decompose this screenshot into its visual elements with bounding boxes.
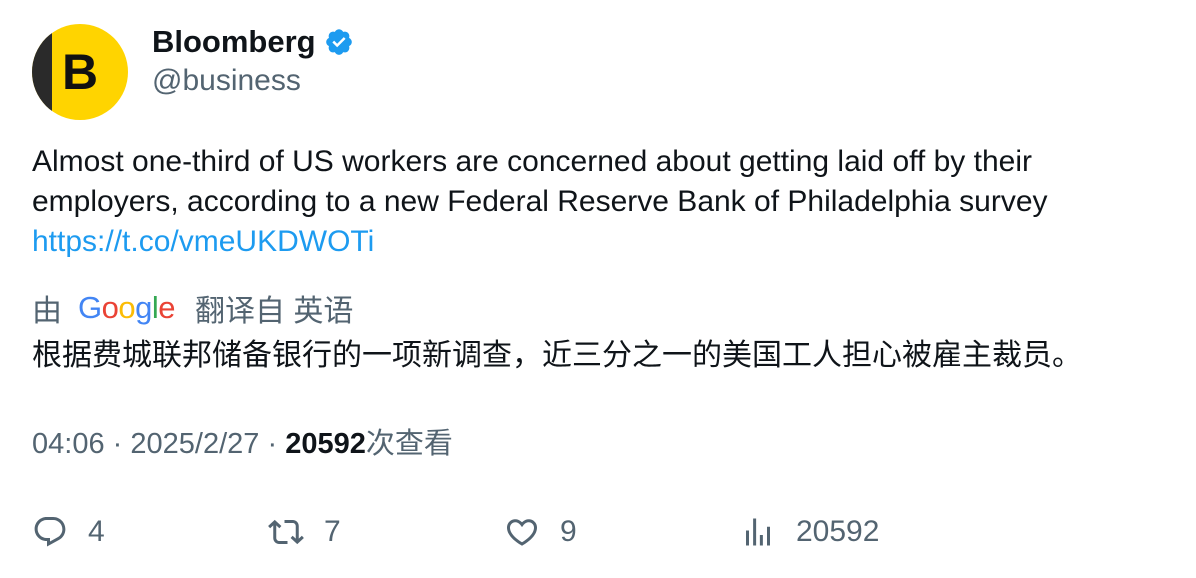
avatar-shade	[32, 24, 52, 120]
views-label: 次查看	[365, 428, 453, 460]
author-name[interactable]: Bloomberg	[152, 24, 316, 60]
translated-text: 根据费城联邦储备银行的一项新调查，近三分之一的美国工人担心被雇主裁员。	[32, 339, 1082, 372]
author-handle[interactable]: @business	[152, 62, 301, 100]
repost-icon	[268, 519, 304, 545]
views-button[interactable]: 20592	[740, 510, 879, 554]
translation-attribution: 由 Google 翻译自 英语	[32, 288, 353, 328]
views-action-count: 20592	[796, 515, 880, 548]
tweet-body: Almost one-third of US workers are conce…	[32, 145, 1048, 218]
reply-button[interactable]: 4	[32, 510, 105, 554]
translation-prefix: 由	[32, 295, 62, 328]
author-name-row: Bloomberg	[152, 22, 354, 62]
verified-badge-icon[interactable]	[324, 27, 354, 57]
views-icon	[746, 518, 770, 546]
translation-suffix: 翻译自 英语	[195, 295, 354, 328]
avatar-letter: B	[62, 44, 99, 100]
reply-icon	[34, 517, 66, 547]
tweet-text: Almost one-third of US workers are conce…	[32, 142, 1162, 262]
like-button[interactable]: 9	[504, 510, 577, 554]
meta-separator: ·	[267, 428, 278, 460]
like-count: 9	[560, 515, 577, 548]
like-icon	[506, 519, 538, 546]
repost-button[interactable]: 7	[268, 510, 341, 554]
action-bar: 4 7 9 20592	[32, 510, 1182, 554]
repost-count: 7	[324, 515, 341, 548]
views-count: 20592	[285, 428, 366, 460]
tweet-time[interactable]: 04:06	[32, 428, 105, 460]
avatar[interactable]: B	[32, 24, 128, 120]
meta-separator: ·	[112, 428, 123, 460]
tweet-link[interactable]: https://t.co/vmeUKDWOTi	[32, 222, 1162, 262]
reply-count: 4	[88, 515, 105, 548]
tweet-date[interactable]: 2025/2/27	[130, 428, 259, 460]
tweet-meta: 04:06 · 2025/2/27 · 20592次查看	[32, 425, 453, 463]
google-logo[interactable]: Google	[78, 290, 176, 326]
